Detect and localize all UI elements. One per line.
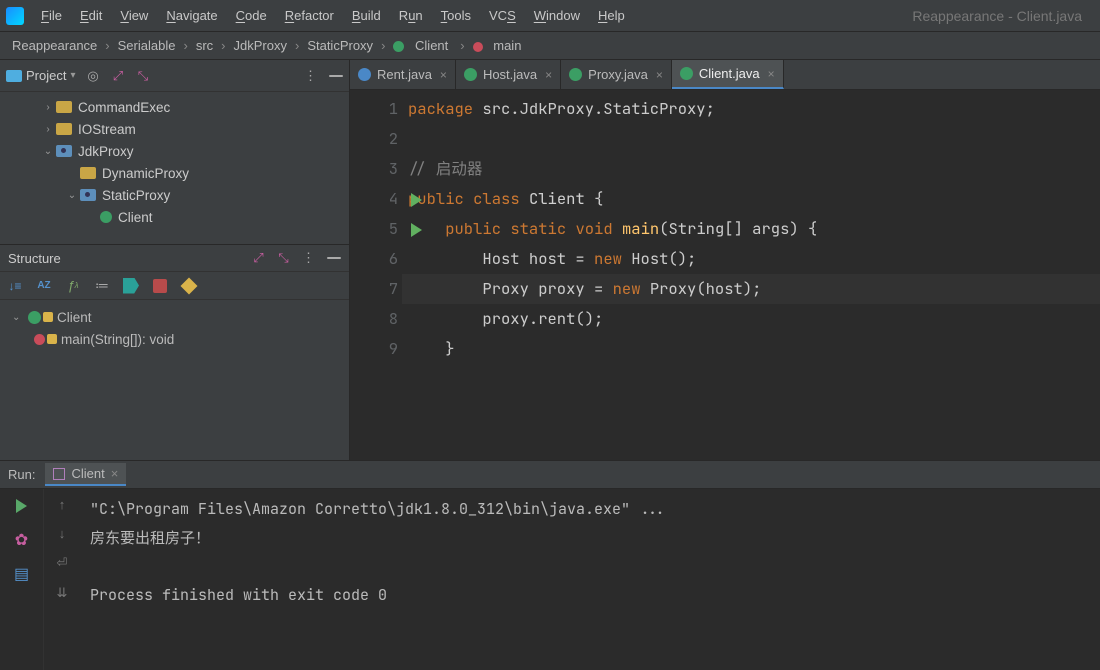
scroll-to-end-icon[interactable]: ⇊ bbox=[57, 585, 68, 601]
crumb-src[interactable]: src bbox=[192, 38, 217, 53]
crumb-module[interactable]: Serialable bbox=[114, 38, 180, 53]
menu-view[interactable]: View bbox=[111, 4, 157, 27]
close-icon[interactable]: × bbox=[656, 68, 663, 82]
struct-more-icon[interactable]: ⋮ bbox=[301, 251, 316, 266]
window-title: Reappearance - Client.java bbox=[912, 8, 1094, 24]
run-side-toolbar: ✿ ▤ bbox=[0, 489, 44, 670]
tab-host[interactable]: Host.java× bbox=[456, 60, 561, 89]
structure-tree: ⌄Client main(String[]): void bbox=[0, 300, 349, 356]
class-icon bbox=[464, 68, 477, 81]
run-gutter-icon[interactable] bbox=[411, 193, 422, 207]
diamond-icon[interactable] bbox=[180, 277, 198, 295]
console-line: "C:\Program Files\Amazon Corretto\jdk1.8… bbox=[90, 499, 666, 519]
project-panel-label[interactable]: Project▾ bbox=[6, 68, 76, 83]
menu-run[interactable]: Run bbox=[390, 4, 432, 27]
menu-tools[interactable]: Tools bbox=[432, 4, 480, 27]
tab-rent[interactable]: Rent.java× bbox=[350, 60, 456, 89]
crumb-class[interactable]: Client bbox=[389, 38, 456, 53]
structure-label: Structure bbox=[8, 251, 61, 266]
more-icon[interactable]: ⋮ bbox=[303, 68, 318, 83]
gutter: 123 4 5 6789 bbox=[350, 90, 408, 460]
crumb-pkg2[interactable]: StaticProxy bbox=[303, 38, 377, 53]
structure-method-main[interactable]: main(String[]): void bbox=[0, 328, 349, 350]
tab-proxy[interactable]: Proxy.java× bbox=[561, 60, 672, 89]
minimize-icon[interactable] bbox=[328, 68, 343, 83]
run-gutter-icon[interactable] bbox=[411, 223, 422, 237]
struct-minimize-icon[interactable] bbox=[326, 251, 341, 266]
lock-icon[interactable] bbox=[151, 277, 169, 295]
editor-tabs: Rent.java× Host.java× Proxy.java× Client… bbox=[350, 60, 1100, 90]
scroll-down-icon[interactable]: ↓ bbox=[59, 526, 66, 541]
console-line: 房东要出租房子！ bbox=[90, 528, 210, 548]
menu-refactor[interactable]: Refactor bbox=[276, 4, 343, 27]
crumb-method[interactable]: main bbox=[469, 38, 530, 53]
sort-alpha-icon[interactable]: AZ bbox=[35, 277, 53, 295]
code-body[interactable]: package src.JdkProxy.StaticProxy; // 启动器… bbox=[408, 90, 1100, 460]
ide-logo-icon bbox=[6, 7, 24, 25]
target-icon[interactable]: ◎ bbox=[86, 68, 101, 83]
struct-collapse-icon[interactable]: ⤡ bbox=[276, 251, 291, 266]
structure-class[interactable]: ⌄Client bbox=[0, 306, 349, 328]
soft-wrap-icon[interactable]: ⏎ bbox=[57, 555, 68, 571]
tree-node-client[interactable]: Client bbox=[0, 206, 349, 228]
tab-client[interactable]: Client.java× bbox=[672, 60, 784, 89]
scroll-up-icon[interactable]: ↑ bbox=[59, 497, 66, 512]
menu-file[interactable]: File bbox=[32, 4, 71, 27]
breadcrumb: Reappearance› Serialable› src› JdkProxy›… bbox=[0, 32, 1100, 60]
lambda-icon[interactable]: ƒλ bbox=[64, 277, 82, 295]
tree-node-iostream[interactable]: ›IOStream bbox=[0, 118, 349, 140]
run-panel: Run: Client× ✿ ▤ ↑ ↓ ⏎ ⇊ "C:\Program Fil… bbox=[0, 460, 1100, 670]
run-label: Run: bbox=[8, 467, 35, 482]
menu-navigate[interactable]: Navigate bbox=[157, 4, 226, 27]
run-panel-header: Run: Client× bbox=[0, 461, 1100, 489]
close-icon[interactable]: × bbox=[440, 68, 447, 82]
menu-vcs[interactable]: VCS bbox=[480, 4, 525, 27]
application-icon bbox=[53, 468, 65, 480]
run-play-icon[interactable] bbox=[13, 497, 31, 515]
structure-panel-header: Structure ⤢ ⤡ ⋮ bbox=[0, 244, 349, 272]
editor-area: Rent.java× Host.java× Proxy.java× Client… bbox=[350, 60, 1100, 460]
menu-window[interactable]: Window bbox=[525, 4, 589, 27]
tree-node-staticproxy[interactable]: ⌄StaticProxy bbox=[0, 184, 349, 206]
sort-icon[interactable]: ↓≡ bbox=[6, 277, 24, 295]
tree-node-commandexec[interactable]: ›CommandExec bbox=[0, 96, 349, 118]
project-panel-header: Project▾ ◎ ⤢ ⤡ ⋮ bbox=[0, 60, 349, 92]
close-icon[interactable]: × bbox=[768, 67, 775, 81]
menu-edit[interactable]: Edit bbox=[71, 4, 111, 27]
menu-code[interactable]: Code bbox=[227, 4, 276, 27]
project-icon bbox=[6, 70, 22, 82]
tree-node-dynamicproxy[interactable]: DynamicProxy bbox=[0, 162, 349, 184]
menu-build[interactable]: Build bbox=[343, 4, 390, 27]
run-console[interactable]: "C:\Program Files\Amazon Corretto\jdk1.8… bbox=[80, 489, 1100, 670]
console-line: Process finished with exit code 0 bbox=[90, 585, 387, 605]
tag-icon[interactable] bbox=[122, 277, 140, 295]
run-settings-icon[interactable]: ✿ bbox=[13, 531, 31, 549]
tree-node-jdkproxy[interactable]: ⌄JdkProxy bbox=[0, 140, 349, 162]
structure-toolbar: ↓≡ AZ ƒλ ≔ bbox=[0, 272, 349, 300]
list-icon[interactable]: ≔ bbox=[93, 277, 111, 295]
close-icon[interactable]: × bbox=[111, 466, 119, 481]
run-layout-icon[interactable]: ▤ bbox=[13, 565, 31, 583]
collapse-all-icon[interactable]: ⤡ bbox=[136, 68, 151, 83]
project-tree: ›CommandExec ›IOStream ⌄JdkProxy Dynamic… bbox=[0, 92, 349, 244]
close-icon[interactable]: × bbox=[545, 68, 552, 82]
menu-help[interactable]: Help bbox=[589, 4, 634, 27]
menu-bar: File Edit View Navigate Code Refactor Bu… bbox=[0, 0, 1100, 32]
run-tab-client[interactable]: Client× bbox=[45, 463, 126, 486]
interface-icon bbox=[358, 68, 371, 81]
run-controls: ↑ ↓ ⏎ ⇊ bbox=[44, 489, 80, 670]
class-icon bbox=[680, 67, 693, 80]
crumb-project[interactable]: Reappearance bbox=[8, 38, 101, 53]
class-icon bbox=[569, 68, 582, 81]
code-editor[interactable]: 123 4 5 6789 package src.JdkProxy.Static… bbox=[350, 90, 1100, 460]
sidebar: Project▾ ◎ ⤢ ⤡ ⋮ ›CommandExec ›IOStream … bbox=[0, 60, 350, 460]
struct-expand-icon[interactable]: ⤢ bbox=[251, 251, 266, 266]
crumb-pkg1[interactable]: JdkProxy bbox=[230, 38, 291, 53]
expand-all-icon[interactable]: ⤢ bbox=[111, 68, 126, 83]
